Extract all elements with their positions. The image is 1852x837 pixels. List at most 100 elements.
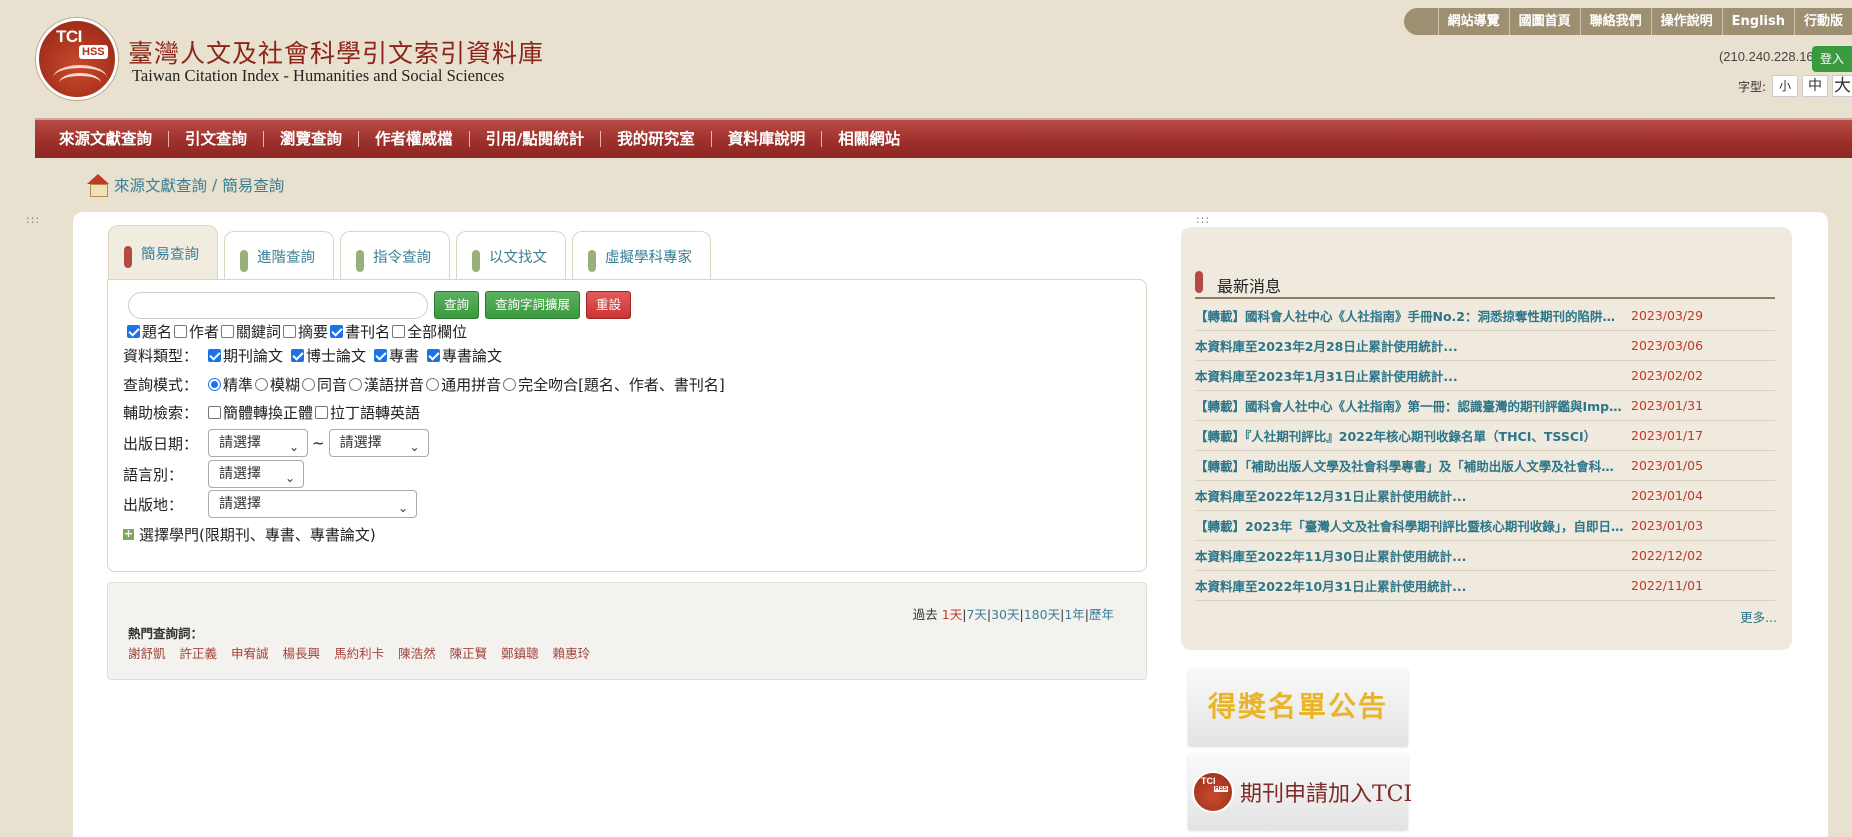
mode-fuzzy[interactable]: 模糊 [255,374,300,395]
mode-exact[interactable]: 精準 [208,374,253,395]
hot-keyword[interactable]: 謝舒凱 [128,643,166,662]
top-link-english[interactable]: English [1721,8,1794,35]
field-all[interactable]: 全部欄位 [392,321,467,342]
news-item[interactable]: 【轉載】國科會人社中心《人社指南》手冊No.2：洞悉掠奪性期刊的陷阱與危機 202… [1195,301,1775,331]
pub-date-to-select[interactable]: 請選擇 ⌄ [328,429,429,457]
top-link-sitemap[interactable]: 網站導覽 [1437,8,1509,35]
period-180d[interactable]: 180天 [1024,607,1060,622]
font-size-large-button[interactable]: 大 [1832,75,1852,97]
mode-homophone[interactable]: 同音 [302,374,347,395]
journal-apply-banner[interactable]: TCI HSS 期刊申請加入TCI [1188,754,1412,830]
news-item[interactable]: 【轉載】國科會人社中心《人社指南》第一冊：認識臺灣的期刊評鑑與Impact Fa… [1195,391,1775,421]
tab-simple-search[interactable]: 簡易查詢 [108,225,218,280]
place-select[interactable]: 請選擇 ⌄ [208,490,417,518]
hot-keyword[interactable]: 申宥誠 [231,643,269,662]
mode-hanyu-pinyin-radio[interactable] [349,378,363,391]
login-button[interactable]: 登入 [1812,46,1852,72]
field-abstract-checkbox[interactable] [283,325,297,338]
nav-citation-search[interactable]: 引文查詢 [169,131,265,147]
doc-type-journal-checkbox[interactable] [208,349,221,362]
news-item[interactable]: 本資料庫至2023年1月31日止累計使用統計... 2023/02/02 [1195,361,1775,391]
language-select[interactable]: 請選擇 ⌄ [208,460,304,488]
font-size-medium-button[interactable]: 中 [1802,75,1828,97]
news-item[interactable]: 本資料庫至2022年10月31日止累計使用統計... 2022/11/01 [1195,571,1775,601]
nav-stats[interactable]: 引用/點閱統計 [470,131,602,147]
assist-latin-to-english[interactable]: 拉丁語轉英語 [315,402,420,423]
tab-find-by-text[interactable]: 以文找文 [456,231,566,283]
field-author[interactable]: 作者 [174,321,219,342]
site-logo[interactable]: TCI HSS 臺灣人文及社會科學引文索引資料庫 Taiwan Citation… [36,18,636,104]
tab-virtual-expert[interactable]: 虛擬學科專家 [572,231,711,283]
doc-type-book-chapter[interactable]: 專書論文 [427,345,502,366]
tab-command-search[interactable]: 指令查詢 [340,231,450,283]
nav-my-research[interactable]: 我的研究室 [601,131,712,147]
home-icon[interactable] [86,174,110,197]
news-item[interactable]: 【轉載】『人社期刊評比』2022年核心期刊收錄名單（THCI、TSSCI） 202… [1195,421,1775,451]
discipline-toggle[interactable]: + 選擇學門(限期刊、專書、專書論文) [123,524,376,545]
field-all-checkbox[interactable] [392,325,406,338]
award-list-banner[interactable]: 得獎名單公告 [1188,668,1408,746]
top-link-help[interactable]: 操作說明 [1650,8,1722,35]
news-item[interactable]: 【轉載】2023年「臺灣人文及社會科學期刊評比暨核心期刊收錄」，自即日起受理申請… [1195,511,1775,541]
skip-anchor-left[interactable]: ::: [26,213,40,226]
field-publication[interactable]: 書刊名 [330,321,390,342]
tab-advanced-search[interactable]: 進階查詢 [224,231,334,283]
mode-tongyong-pinyin-radio[interactable] [426,378,440,391]
period-1d[interactable]: 1天 [942,607,962,622]
doc-type-phd-thesis-checkbox[interactable] [291,349,305,362]
search-input[interactable] [128,291,428,319]
assist-simplified-to-traditional[interactable]: 簡體轉換正體 [208,402,313,423]
hot-keyword[interactable]: 馬約利卡 [334,643,384,662]
hot-keyword[interactable]: 賴惠玲 [553,643,591,662]
pub-date-from-select[interactable]: 請選擇 ⌄ [208,429,308,457]
breadcrumb-parent[interactable]: 來源文獻查詢 [114,174,207,196]
field-keyword[interactable]: 關鍵詞 [221,321,281,342]
top-link-mobile[interactable]: 行動版 [1793,8,1852,35]
mode-hanyu-pinyin[interactable]: 漢語拼音 [349,374,424,395]
top-link-contact[interactable]: 聯絡我們 [1579,8,1651,35]
hot-keyword[interactable]: 陳浩然 [398,643,436,662]
mode-exact-match-radio[interactable] [503,378,517,391]
news-item[interactable]: 本資料庫至2023年2月28日止累計使用統計... 2023/03/06 [1195,331,1775,361]
nav-source-search[interactable]: 來源文獻查詢 [43,131,170,147]
doc-type-book-checkbox[interactable] [374,349,388,362]
doc-type-book-chapter-checkbox[interactable] [427,349,441,362]
nav-related-sites[interactable]: 相關網站 [822,131,916,147]
doc-type-journal[interactable]: 期刊論文 [208,345,283,366]
hot-keyword[interactable]: 許正義 [180,643,218,662]
hot-keyword[interactable]: 楊長興 [283,643,321,662]
assist-latin-checkbox[interactable] [315,406,329,419]
field-title-checkbox[interactable] [127,325,140,338]
skip-anchor-right[interactable]: ::: [1196,213,1210,226]
mode-tongyong-pinyin[interactable]: 通用拼音 [426,374,501,395]
hot-keyword[interactable]: 陳正賢 [450,643,488,662]
nav-author-authority[interactable]: 作者權威檔 [359,131,470,147]
doc-type-phd-thesis[interactable]: 博士論文 [291,345,366,366]
news-item[interactable]: 【轉載】「補助出版人文學及社會科學專書」及「補助出版人文學及社會科學學術期刊」2… [1195,451,1775,481]
field-title[interactable]: 題名 [127,321,172,342]
period-all[interactable]: 歷年 [1089,607,1114,622]
mode-exact-radio[interactable] [208,378,221,391]
font-size-small-button[interactable]: 小 [1772,75,1798,97]
hot-keyword[interactable]: 鄭鎮聰 [501,643,539,662]
mode-fuzzy-radio[interactable] [255,378,269,391]
nav-about[interactable]: 資料庫說明 [712,131,823,147]
field-author-checkbox[interactable] [174,325,188,338]
reset-button[interactable]: 重設 [586,291,632,319]
expand-terms-button[interactable]: 查詢字詞擴展 [485,291,581,319]
top-link-ncl-home[interactable]: 國圖首頁 [1508,8,1580,35]
nav-browse[interactable]: 瀏覽查詢 [264,131,360,147]
field-keyword-checkbox[interactable] [221,325,235,338]
news-item[interactable]: 本資料庫至2022年12月31日止累計使用統計... 2023/01/04 [1195,481,1775,511]
period-1y[interactable]: 1年 [1064,607,1084,622]
period-30d[interactable]: 30天 [991,607,1019,622]
period-7d[interactable]: 7天 [966,607,986,622]
search-button[interactable]: 查詢 [434,291,480,319]
news-more-link[interactable]: 更多... [1740,607,1777,626]
field-abstract[interactable]: 摘要 [283,321,328,342]
news-item[interactable]: 本資料庫至2022年11月30日止累計使用統計... 2022/12/02 [1195,541,1775,571]
doc-type-book[interactable]: 專書 [374,345,419,366]
field-publication-checkbox[interactable] [330,325,344,338]
mode-homophone-radio[interactable] [302,378,316,391]
mode-exact-match[interactable]: 完全吻合[題名、作者、書刊名] [503,374,725,395]
